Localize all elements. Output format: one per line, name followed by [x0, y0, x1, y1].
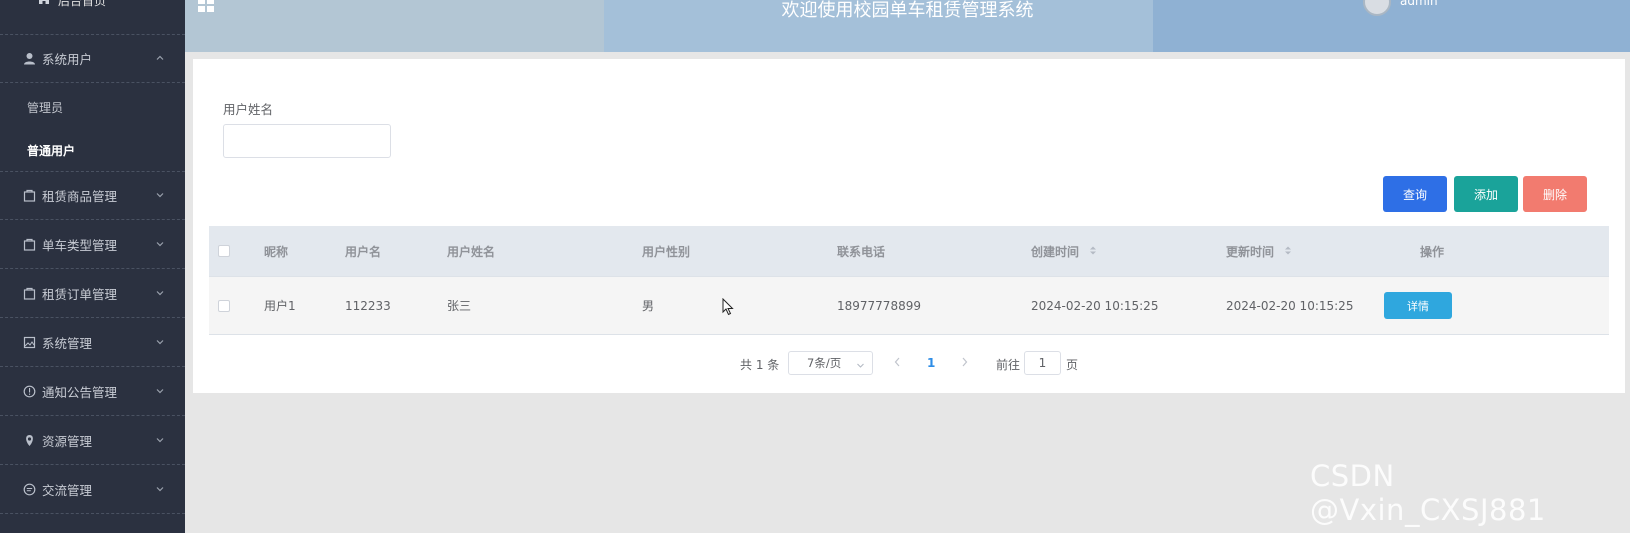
sort-icon[interactable] [1089, 245, 1097, 259]
watermark: CSDN @Vxin_CXSJ881 [1310, 459, 1546, 527]
cell-nickname: 用户1 [264, 299, 296, 313]
cell-updated: 2024-02-20 10:15:25 [1226, 298, 1354, 313]
users-table: 昵称 用户名 用户姓名 用户性别 联系电话 创建时间 更新时间 操作 用户1 1… [209, 226, 1609, 335]
detail-button[interactable]: 详情 [1384, 292, 1452, 319]
row-checkbox[interactable] [218, 299, 230, 312]
cell-username: 112233 [345, 298, 391, 313]
chevron-down-icon [155, 287, 167, 299]
cell-gender: 男 [642, 299, 655, 313]
search-label: 用户姓名 [223, 102, 274, 117]
top-header: 欢迎使用校园单车租赁管理系统 admin [185, 0, 1630, 52]
user-icon [22, 52, 36, 66]
column-header: 昵称 [264, 244, 289, 259]
sidebar-group-notices[interactable]: 通知公告管理 [0, 368, 185, 416]
chevron-down-icon [155, 336, 167, 348]
column-header: 联系电话 [837, 244, 886, 259]
chevron-down-icon [155, 189, 167, 201]
sidebar-group-label: 单车类型管理 [42, 238, 118, 253]
sidebar-group-resources[interactable]: 资源管理 [0, 417, 185, 465]
sidebar-group-label: 资源管理 [42, 434, 93, 449]
select-all-checkbox[interactable] [218, 245, 230, 257]
chevron-down-icon [155, 483, 167, 495]
page-size-value: 7条/页 [807, 356, 842, 370]
sidebar-group-label: 租赁订单管理 [42, 287, 118, 302]
sidebar: 后台首页 系统用户 管理员 普通用户 租赁商品管理 单车类型管理 租赁订单管理 … [0, 0, 185, 533]
chevron-down-icon [856, 359, 865, 373]
mouse-cursor-icon [722, 297, 734, 319]
prev-page-icon[interactable] [893, 356, 902, 371]
add-button[interactable]: 添加 [1454, 176, 1518, 212]
search-input-realname[interactable] [223, 124, 391, 158]
sort-icon[interactable] [1284, 245, 1292, 259]
sidebar-group-label: 通知公告管理 [42, 385, 118, 400]
column-header: 用户姓名 [447, 244, 496, 259]
query-button[interactable]: 查询 [1383, 176, 1447, 212]
main-panel: 用户姓名 查询 添加 删除 昵称 用户名 用户姓名 用户性别 联系电话 创建时间… [193, 59, 1625, 393]
cell-realname: 张三 [447, 299, 472, 313]
sidebar-item-normal-users[interactable]: 普通用户 [27, 142, 75, 159]
cell-phone: 18977778899 [837, 298, 921, 313]
sidebar-group-rental-orders[interactable]: 租赁订单管理 [0, 270, 185, 318]
column-header-sortable[interactable]: 创建时间 [1031, 243, 1097, 260]
home-icon [38, 0, 50, 8]
sidebar-group-label: 租赁商品管理 [42, 189, 118, 204]
sidebar-item-home[interactable]: 后台首页 [38, 0, 106, 9]
cell-created: 2024-02-20 10:15:25 [1031, 298, 1159, 313]
folder-icon [22, 238, 36, 252]
sidebar-item-admin[interactable]: 管理员 [27, 99, 63, 116]
pagination-total: 共 1 条 [740, 358, 780, 372]
chevron-down-icon [155, 238, 167, 250]
next-page-icon[interactable] [960, 356, 969, 371]
chevron-down-icon [155, 434, 167, 446]
chat-icon [22, 483, 36, 497]
page-suffix-label: 页 [1066, 358, 1079, 372]
sidebar-group-label: 系统用户 [42, 52, 93, 67]
pagination: 共 1 条 7条/页 1 前往 1 页 [0, 351, 1630, 375]
column-header: 用户性别 [642, 244, 691, 259]
table-row: 用户1 112233 张三 男 18977778899 2024-02-20 1… [209, 277, 1609, 335]
sidebar-group-communication[interactable]: 交流管理 [0, 466, 185, 514]
image-icon [22, 336, 36, 350]
goto-page-input[interactable]: 1 [1024, 351, 1061, 375]
chevron-down-icon [155, 385, 167, 397]
sidebar-group-system-users[interactable]: 系统用户 [0, 35, 185, 83]
location-icon [22, 434, 36, 448]
goto-label: 前往 [996, 358, 1021, 372]
column-header: 操作 [1420, 244, 1445, 259]
sidebar-group-label: 系统管理 [42, 336, 93, 351]
sidebar-item-label: 后台首页 [58, 0, 107, 8]
chevron-up-icon [155, 52, 167, 64]
folder-icon [22, 287, 36, 301]
sidebar-group-rental-goods[interactable]: 租赁商品管理 [0, 172, 185, 220]
delete-button[interactable]: 删除 [1523, 176, 1587, 212]
table-header: 昵称 用户名 用户姓名 用户性别 联系电话 创建时间 更新时间 操作 [209, 226, 1609, 277]
column-header-label: 创建时间 [1031, 244, 1080, 259]
page-size-select[interactable]: 7条/页 [788, 351, 873, 375]
user-name[interactable]: admin [1400, 0, 1438, 8]
folder-icon [22, 189, 36, 203]
info-circle-icon [22, 385, 36, 399]
column-header-label: 更新时间 [1226, 244, 1275, 259]
sidebar-group-bike-types[interactable]: 单车类型管理 [0, 221, 185, 269]
page-number-current[interactable]: 1 [927, 356, 935, 370]
column-header: 用户名 [345, 244, 382, 259]
sidebar-group-label: 交流管理 [42, 483, 93, 498]
column-header-sortable[interactable]: 更新时间 [1226, 243, 1292, 260]
